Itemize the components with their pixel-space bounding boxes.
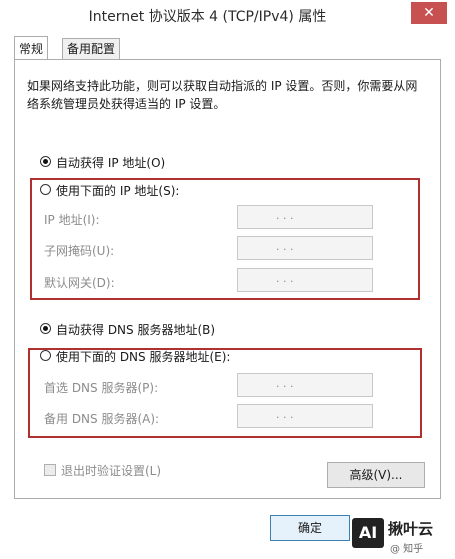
tab-alternate-config[interactable]: 备用配置	[62, 38, 121, 59]
auto-ip-radio[interactable]	[40, 156, 51, 167]
watermark-sub: @ 知乎	[390, 544, 424, 555]
alternate-dns-dots: . . .	[276, 408, 294, 421]
close-button[interactable]: ✕	[411, 2, 447, 24]
preferred-dns-label: 首选 DNS 服务器(P):	[44, 381, 159, 395]
validate-on-exit-label: 退出时验证设置(L)	[61, 464, 162, 478]
default-gateway-input[interactable]: . . .	[237, 268, 373, 292]
auto-dns-label: 自动获得 DNS 服务器地址(B)	[56, 323, 216, 337]
alternate-dns-label: 备用 DNS 服务器(A):	[44, 412, 160, 426]
alternate-dns-input[interactable]: . . .	[237, 404, 373, 428]
ip-address-dots: . . .	[276, 209, 294, 222]
subnet-mask-dots: . . .	[276, 240, 294, 253]
default-gateway-dots: . . .	[276, 272, 294, 285]
watermark: AI 揪叶云 @ 知乎	[350, 514, 455, 559]
watermark-logo: AI	[352, 518, 384, 548]
advanced-button[interactable]: 高级(V)...	[327, 462, 425, 488]
close-icon: ✕	[423, 5, 435, 21]
title-bar: Internet 协议版本 4 (TCP/IPv4) 属性 ✕	[0, 0, 455, 32]
description-text: 如果网络支持此功能，则可以获取自动指派的 IP 设置。否则，你需要从网络系统管理…	[27, 79, 418, 111]
validate-on-exit-checkbox[interactable]	[44, 464, 56, 476]
tab-general[interactable]: 常规	[14, 36, 49, 59]
ip-address-input[interactable]: . . .	[237, 205, 373, 229]
auto-dns-radio[interactable]	[40, 323, 51, 334]
manual-dns-radio[interactable]	[40, 350, 51, 361]
watermark-text: 揪叶云	[388, 520, 434, 538]
subnet-mask-input[interactable]: . . .	[237, 236, 373, 260]
window-title: Internet 协议版本 4 (TCP/IPv4) 属性	[88, 9, 327, 25]
ok-button[interactable]: 确定	[270, 515, 350, 541]
auto-ip-label: 自动获得 IP 地址(O)	[56, 156, 166, 170]
default-gateway-label: 默认网关(D):	[44, 276, 115, 290]
manual-dns-label: 使用下面的 DNS 服务器地址(E):	[56, 350, 231, 364]
manual-ip-label: 使用下面的 IP 地址(S):	[56, 184, 180, 198]
manual-ip-radio[interactable]	[40, 184, 51, 195]
preferred-dns-dots: . . .	[276, 377, 294, 390]
subnet-mask-label: 子网掩码(U):	[44, 244, 115, 258]
preferred-dns-input[interactable]: . . .	[237, 373, 373, 397]
ip-address-label: IP 地址(I):	[44, 213, 100, 227]
